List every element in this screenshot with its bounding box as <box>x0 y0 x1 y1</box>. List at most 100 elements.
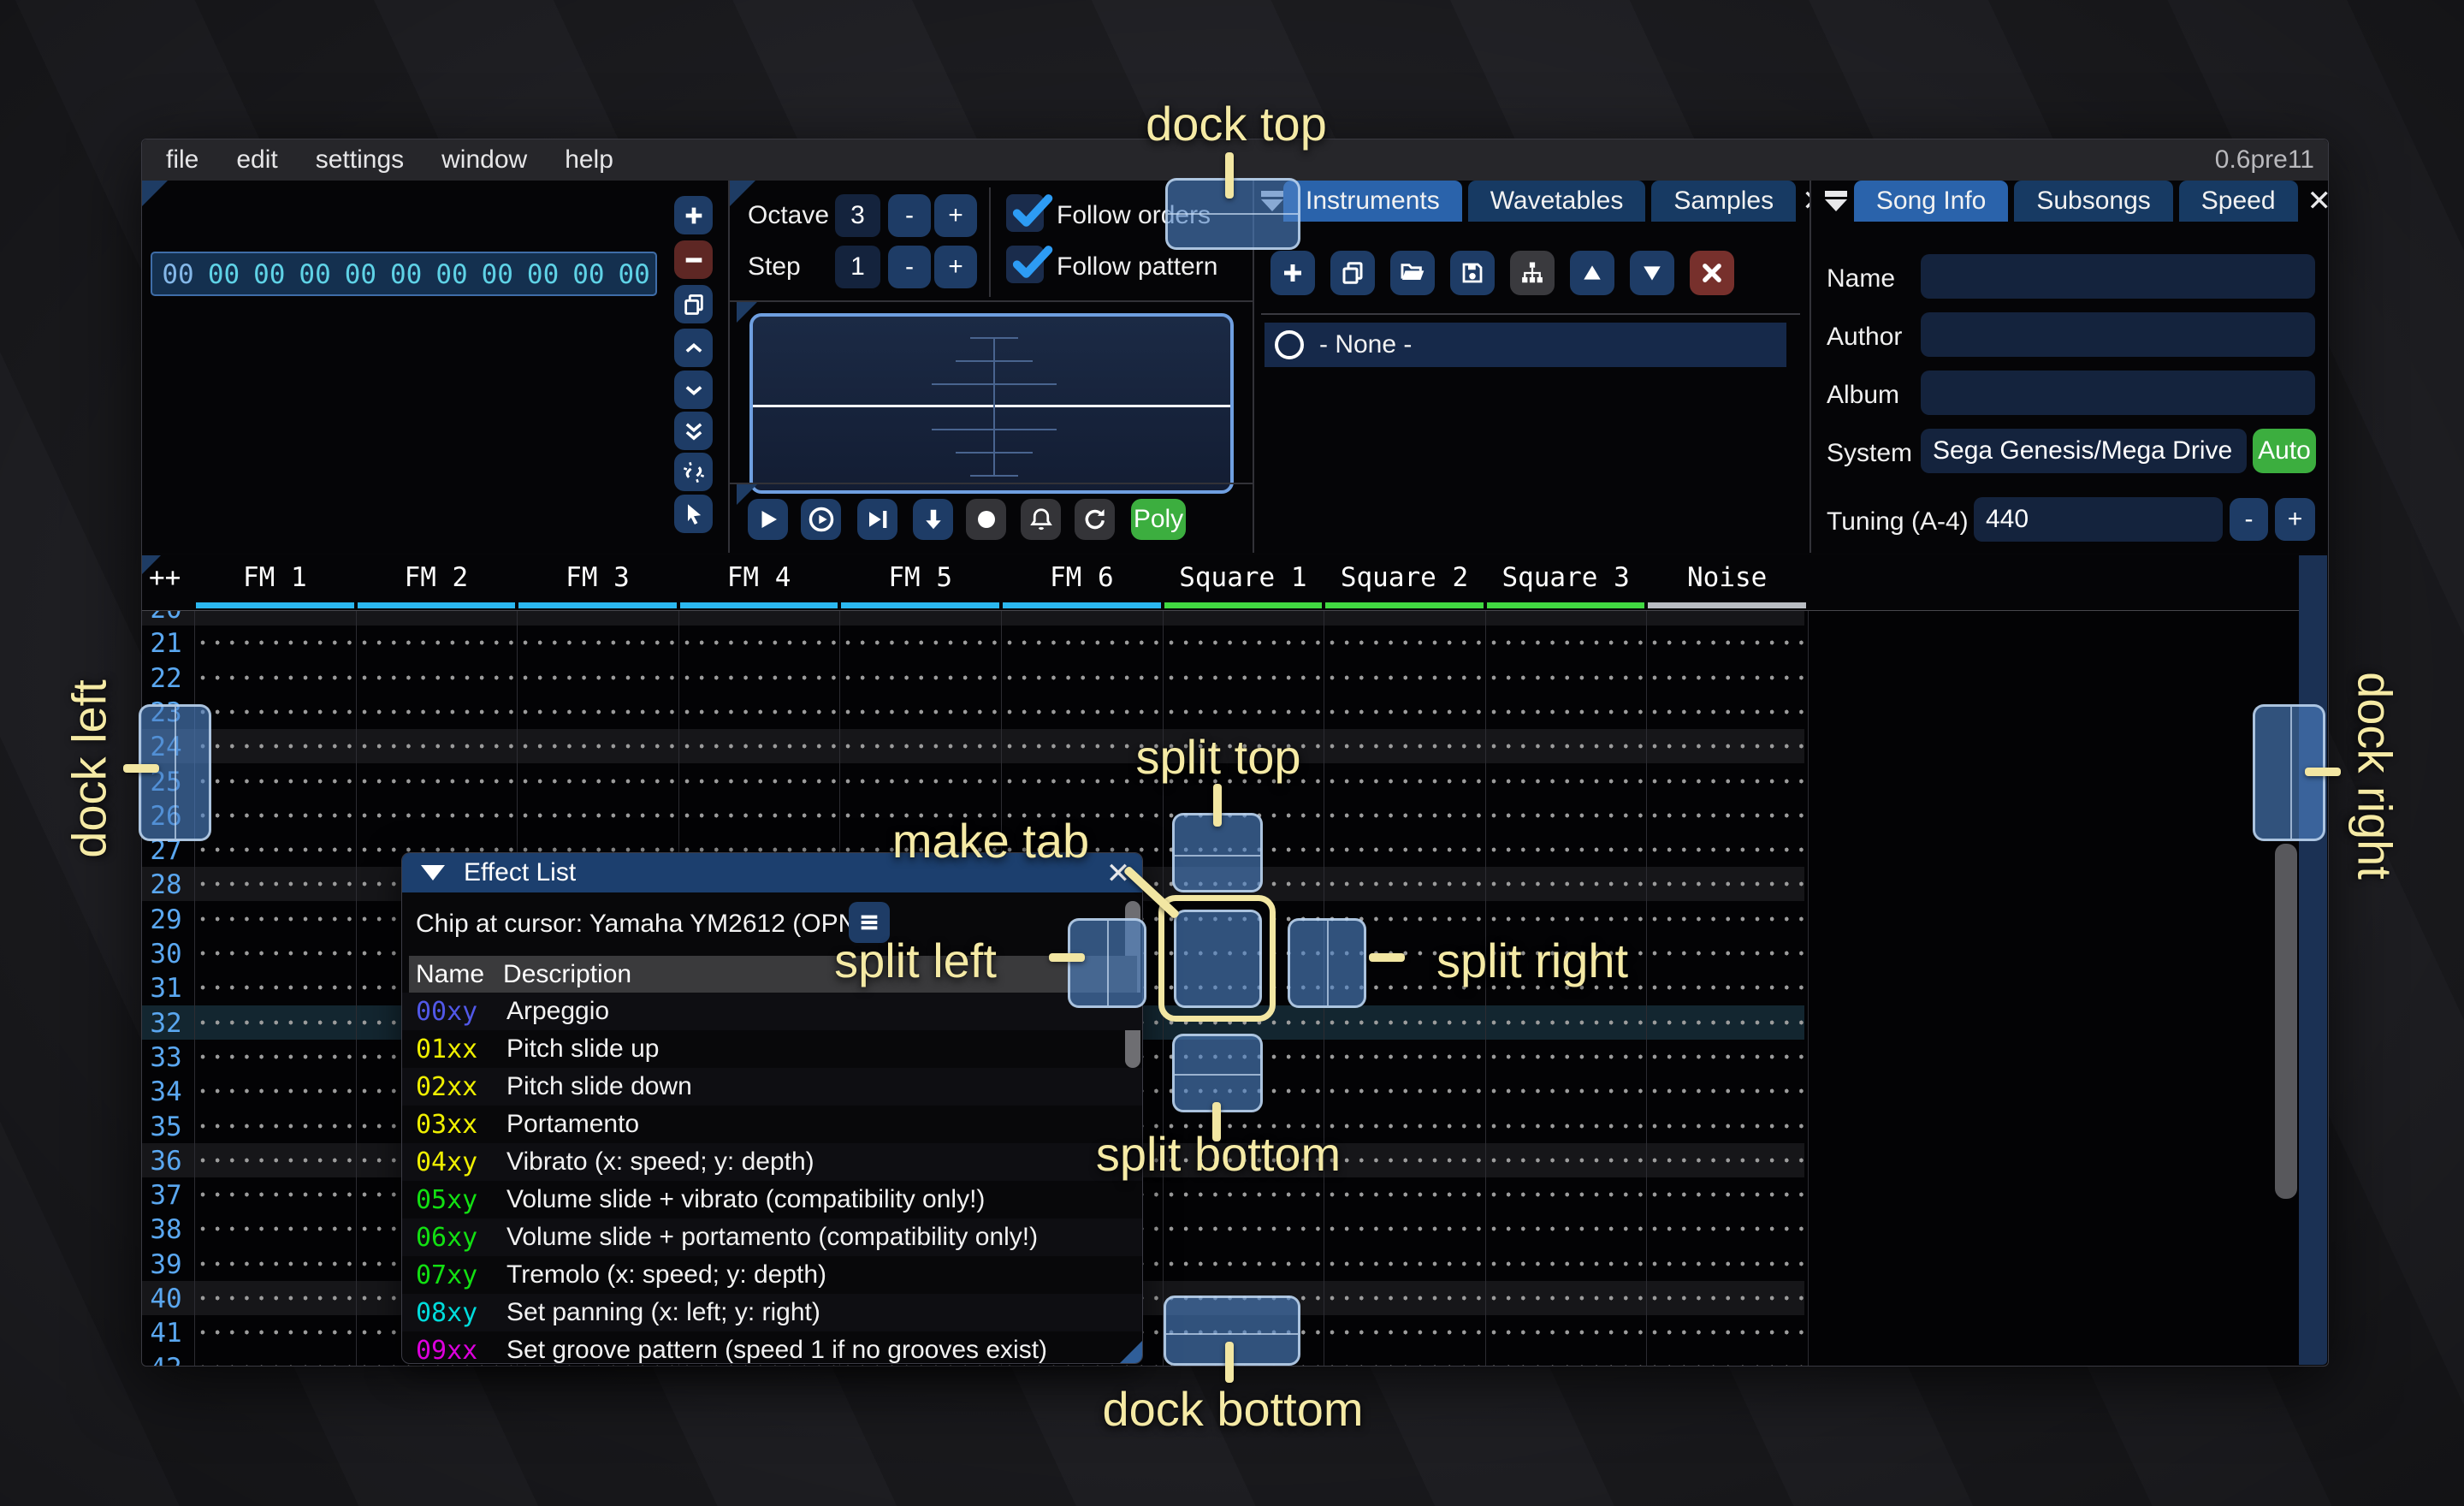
channel-header-fm-2[interactable]: FM 2 <box>356 562 518 593</box>
order-cell[interactable]: 00 <box>338 259 383 290</box>
tab-song-info[interactable]: Song Info <box>1854 181 2008 222</box>
channel-header-noise[interactable]: Noise <box>1646 562 1808 593</box>
close-icon[interactable]: ✕ <box>2304 181 2328 222</box>
record-button[interactable] <box>966 499 1006 540</box>
effect-list-item[interactable]: 06xyVolume slide + portamento (compatibi… <box>402 1218 1142 1256</box>
tab-list-button[interactable] <box>1818 181 1854 222</box>
menu-item-window[interactable]: window <box>441 145 527 175</box>
author-field[interactable] <box>1921 312 2315 357</box>
orders-selected-row[interactable]: 0000000000000000000000 <box>151 252 657 296</box>
close-icon[interactable]: ✕ <box>1802 181 1810 222</box>
resize-grip[interactable] <box>1120 1341 1142 1363</box>
add-channel-button[interactable]: ++ <box>149 562 181 593</box>
order-cell[interactable]: 00 <box>429 259 475 290</box>
metronome-button[interactable] <box>1021 499 1061 540</box>
pattern-cell-empty <box>1648 661 1807 695</box>
instrument-delete-button[interactable] <box>1690 251 1734 295</box>
octave-plus-button[interactable]: + <box>934 194 977 237</box>
channel-header-fm-1[interactable]: FM 1 <box>194 562 356 593</box>
instrument-list-item-none[interactable]: - None - <box>1265 323 1786 367</box>
split-left-target[interactable] <box>1068 918 1146 1008</box>
order-cell[interactable]: 00 <box>293 259 338 290</box>
poly-button[interactable]: Poly <box>1131 499 1186 540</box>
effect-list-item[interactable]: 00xyArpeggio <box>402 993 1142 1030</box>
order-cell[interactable]: 00 <box>612 259 657 290</box>
play-button[interactable] <box>748 499 788 540</box>
tuning-value[interactable]: 440 <box>1974 497 2223 542</box>
step-row-button[interactable] <box>913 499 953 540</box>
instrument-duplicate-button[interactable] <box>1330 251 1375 295</box>
repeat-pattern-button[interactable] <box>1075 499 1115 540</box>
channel-header-fm-6[interactable]: FM 6 <box>1001 562 1163 593</box>
octave-minus-button[interactable]: - <box>888 194 931 237</box>
effect-code: 02xx <box>416 1072 493 1102</box>
pattern-cell-empty <box>1487 1109 1646 1143</box>
tuning-plus-button[interactable]: + <box>2275 498 2315 541</box>
split-bottom-target[interactable] <box>1172 1034 1263 1112</box>
tab-samples[interactable]: Samples <box>1651 181 1796 222</box>
channel-header-fm-3[interactable]: FM 3 <box>517 562 678 593</box>
channel-header-fm-4[interactable]: FM 4 <box>678 562 840 593</box>
menu-item-edit[interactable]: edit <box>236 145 277 175</box>
instrument-save-button[interactable] <box>1450 251 1495 295</box>
play-pattern-button[interactable] <box>801 499 841 540</box>
effect-list-item[interactable]: 01xxPitch slide up <box>402 1030 1142 1068</box>
order-remove-button[interactable] <box>674 240 713 279</box>
instrument-tree-button[interactable] <box>1510 251 1555 295</box>
effect-list-item[interactable]: 04xyVibrato (x: speed; y: depth) <box>402 1143 1142 1181</box>
order-cell[interactable]: 00 <box>383 259 429 290</box>
system-value[interactable]: Sega Genesis/Mega Drive <box>1921 429 2247 473</box>
effect-list-item[interactable]: 09xxSet groove pattern (speed 1 if no gr… <box>402 1331 1142 1364</box>
order-add-button[interactable] <box>674 196 713 234</box>
menu-item-settings[interactable]: settings <box>316 145 404 175</box>
split-right-target[interactable] <box>1288 918 1366 1008</box>
dock-left-target[interactable] <box>139 704 211 841</box>
effect-list-item[interactable]: 02xxPitch slide down <box>402 1068 1142 1106</box>
play-from-cursor-button[interactable] <box>857 499 897 540</box>
pattern-scrollbar-thumb[interactable] <box>2275 844 2297 1199</box>
order-up-button[interactable] <box>674 329 713 367</box>
channel-header-fm-5[interactable]: FM 5 <box>839 562 1001 593</box>
follow-pattern-checkbox[interactable] <box>1006 246 1044 283</box>
tab-speed[interactable]: Speed <box>2179 181 2298 222</box>
step-value[interactable]: 1 <box>835 246 880 288</box>
instrument-open-button[interactable] <box>1390 251 1435 295</box>
tab-wavetables[interactable]: Wavetables <box>1468 181 1646 222</box>
effect-list-item[interactable]: 08xySet panning (x: left; y: right) <box>402 1294 1142 1331</box>
instrument-down-button[interactable] <box>1630 251 1674 295</box>
order-duplicate-button[interactable] <box>674 285 713 323</box>
octave-value[interactable]: 3 <box>835 194 880 237</box>
menu-item-file[interactable]: file <box>166 145 198 175</box>
song-info-panel: Song InfoSubsongsSpeed ✕ NameAuthorAlbum… <box>1811 181 2328 553</box>
tab-subsongs[interactable]: Subsongs <box>2014 181 2172 222</box>
oscilloscope <box>749 313 1234 494</box>
channel-header-square-3[interactable]: Square 3 <box>1485 562 1647 593</box>
album-field[interactable] <box>1921 371 2315 415</box>
order-cell[interactable]: 00 <box>566 259 611 290</box>
order-cell[interactable]: 00 <box>246 259 292 290</box>
auto-button[interactable]: Auto <box>2253 429 2316 473</box>
order-cursor-button[interactable] <box>674 495 713 533</box>
order-cell[interactable]: 00 <box>520 259 566 290</box>
effect-list-item[interactable]: 07xyTremolo (x: speed; y: depth) <box>402 1256 1142 1294</box>
order-bottom-button[interactable] <box>674 412 713 450</box>
tab-instruments[interactable]: Instruments <box>1283 181 1462 222</box>
step-plus-button[interactable]: + <box>934 246 977 288</box>
effect-list-item[interactable]: 03xxPortamento <box>402 1106 1142 1143</box>
name-field[interactable] <box>1921 254 2315 299</box>
instrument-add-button[interactable] <box>1270 251 1315 295</box>
follow-orders-checkbox[interactable] <box>1006 194 1044 232</box>
step-minus-button[interactable]: - <box>888 246 931 288</box>
effect-description: Tremolo (x: speed; y: depth) <box>506 1260 826 1290</box>
channel-header-square-2[interactable]: Square 2 <box>1324 562 1485 593</box>
instrument-up-button[interactable] <box>1570 251 1614 295</box>
effect-list-item[interactable]: 05xyVolume slide + vibrato (compatibilit… <box>402 1181 1142 1218</box>
order-cell[interactable]: 00 <box>475 259 520 290</box>
menu-item-help[interactable]: help <box>565 145 613 175</box>
order-down-button[interactable] <box>674 371 713 409</box>
collapse-triangle-icon[interactable] <box>421 865 445 880</box>
tuning-minus-button[interactable]: - <box>2230 498 2268 541</box>
order-unlink-button[interactable] <box>674 453 713 491</box>
channel-header-square-1[interactable]: Square 1 <box>1163 562 1324 593</box>
order-cell[interactable]: 00 <box>201 259 246 290</box>
